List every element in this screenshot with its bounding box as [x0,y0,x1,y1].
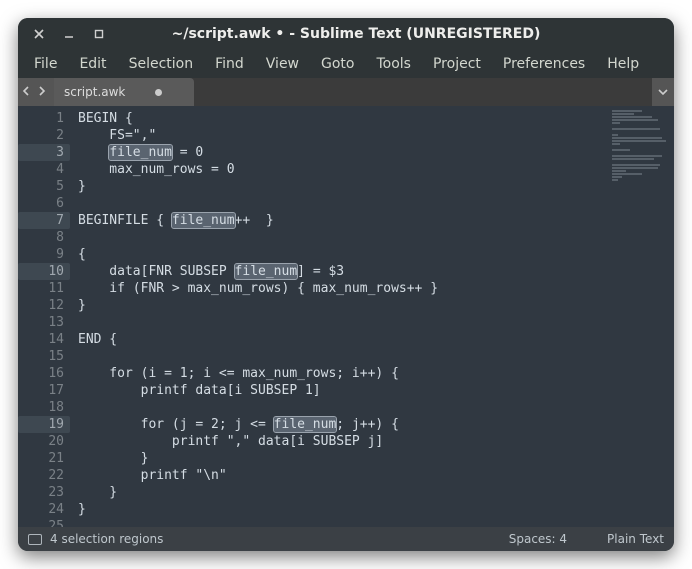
menu-tools[interactable]: Tools [366,52,421,76]
code-line[interactable] [78,399,604,416]
line-number: 11 [18,280,64,297]
tab-dirty-icon [155,89,162,96]
code-line[interactable]: } [78,450,604,467]
line-number: 22 [18,467,64,484]
code-line[interactable] [78,229,604,246]
code-line[interactable]: printf "," data[i SUBSEP j] [78,433,604,450]
line-number: 23 [18,484,64,501]
editor-area: 1234567891011121314151617181920212223242… [18,106,674,527]
code-line[interactable]: printf "\n" [78,467,604,484]
window-title: ~/script.awk • - Sublime Text (UNREGISTE… [106,26,606,42]
tab-label: script.awk [64,85,125,99]
code-line[interactable]: BEGINFILE { file_num++ } [78,212,604,229]
code-line[interactable]: } [78,297,604,314]
code-line[interactable]: FS="," [78,127,604,144]
code-line[interactable]: printf data[i SUBSEP 1] [78,382,604,399]
code-line[interactable] [78,195,604,212]
line-number: 20 [18,433,64,450]
code-line[interactable] [78,314,604,331]
line-number: 3 [18,144,70,161]
selection: file_num [109,145,172,160]
close-icon[interactable] [32,27,46,41]
code-line[interactable]: } [78,484,604,501]
code-area[interactable]: BEGIN { FS="," file_num = 0 max_num_rows… [78,106,604,527]
line-number: 19 [18,416,70,433]
line-number: 7 [18,212,70,229]
code-line[interactable]: max_num_rows = 0 [78,161,604,178]
status-selection: 4 selection regions [50,532,163,546]
line-number: 9 [18,246,64,263]
line-number: 18 [18,399,64,416]
tab-next-icon[interactable] [36,85,50,99]
code-line[interactable]: { [78,246,604,263]
tab-overflow-icon[interactable] [652,78,674,106]
titlebar: ~/script.awk • - Sublime Text (UNREGISTE… [18,18,674,50]
panel-icon[interactable] [28,534,42,545]
minimap[interactable] [604,106,674,527]
line-number: 24 [18,501,64,518]
line-number: 4 [18,161,64,178]
code-line[interactable]: END { [78,331,604,348]
selection: file_num [235,264,298,279]
minimize-icon[interactable] [62,27,76,41]
line-number: 6 [18,195,64,212]
code-line[interactable]: } [78,501,604,518]
menu-edit[interactable]: Edit [69,52,116,76]
menu-preferences[interactable]: Preferences [493,52,595,76]
menubar: File Edit Selection Find View Goto Tools… [18,50,674,78]
editor-window: ~/script.awk • - Sublime Text (UNREGISTE… [18,18,674,551]
tab-prev-icon[interactable] [22,85,36,99]
menu-help[interactable]: Help [597,52,649,76]
code-line[interactable]: for (j = 2; j <= file_num; j++) { [78,416,604,433]
statusbar: 4 selection regions Spaces: 4 Plain Text [18,527,674,551]
line-number: 1 [18,110,64,127]
tab-nav [18,78,54,106]
line-number: 16 [18,365,64,382]
line-number: 2 [18,127,64,144]
line-number: 14 [18,331,64,348]
status-spaces[interactable]: Spaces: 4 [509,532,567,546]
line-number: 10 [18,263,70,280]
selection: file_num [274,417,337,432]
menu-selection[interactable]: Selection [119,52,204,76]
minimap-content [612,110,668,170]
window-controls [32,27,106,41]
menu-project[interactable]: Project [423,52,491,76]
menu-view[interactable]: View [256,52,309,76]
menu-goto[interactable]: Goto [311,52,364,76]
tab-spacer [194,78,652,106]
selection: file_num [172,213,235,228]
line-number: 5 [18,178,64,195]
tabbar: script.awk [18,78,674,106]
line-number: 21 [18,450,64,467]
tab-script[interactable]: script.awk [54,78,194,106]
menu-file[interactable]: File [24,52,67,76]
menu-find[interactable]: Find [205,52,254,76]
status-syntax[interactable]: Plain Text [607,532,664,546]
code-line[interactable]: file_num = 0 [78,144,604,161]
code-line[interactable]: for (i = 1; i <= max_num_rows; i++) { [78,365,604,382]
code-line[interactable] [78,518,604,527]
code-line[interactable]: } [78,178,604,195]
code-line[interactable]: BEGIN { [78,110,604,127]
line-number: 17 [18,382,64,399]
maximize-icon[interactable] [92,27,106,41]
code-line[interactable] [78,348,604,365]
line-number: 12 [18,297,64,314]
line-number: 25 [18,518,64,527]
code-line[interactable]: if (FNR > max_num_rows) { max_num_rows++… [78,280,604,297]
line-number: 8 [18,229,64,246]
line-number-gutter: 1234567891011121314151617181920212223242… [18,106,78,527]
line-number: 15 [18,348,64,365]
code-line[interactable]: data[FNR SUBSEP file_num] = $3 [78,263,604,280]
line-number: 13 [18,314,64,331]
